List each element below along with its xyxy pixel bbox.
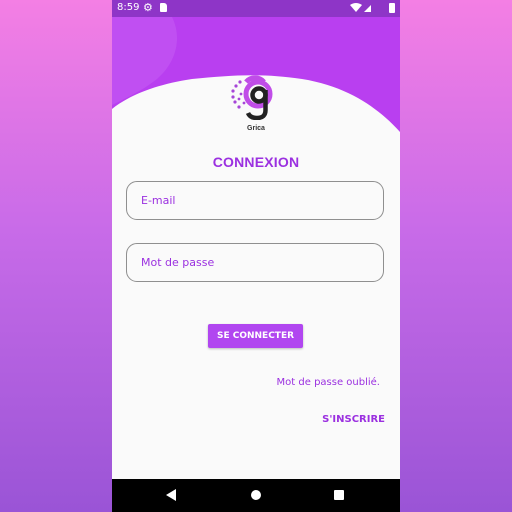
password-field[interactable]: Mot de passe bbox=[126, 243, 384, 282]
forgot-password-link[interactable]: Mot de passe oublié. bbox=[277, 377, 380, 388]
home-icon[interactable] bbox=[251, 490, 261, 500]
navigation-bar bbox=[112, 479, 400, 512]
phone-screen: 8:59 ⚙ Grica CONNEXION E-mail Mot de pas… bbox=[112, 0, 400, 512]
wifi-icon bbox=[350, 3, 371, 12]
battery-icon bbox=[389, 3, 395, 13]
app-logo bbox=[231, 75, 273, 120]
status-bar: 8:59 ⚙ bbox=[112, 0, 400, 17]
login-button[interactable]: SE CONNECTER bbox=[208, 324, 303, 348]
recent-apps-icon[interactable] bbox=[334, 490, 344, 500]
status-time: 8:59 bbox=[117, 2, 140, 13]
brand-name: Grica bbox=[247, 125, 265, 132]
email-field[interactable]: E-mail bbox=[126, 181, 384, 220]
gear-icon: ⚙ bbox=[143, 2, 153, 14]
sd-card-icon bbox=[160, 3, 167, 12]
back-icon[interactable] bbox=[166, 489, 176, 501]
signup-link[interactable]: S'INSCRIRE bbox=[322, 414, 385, 425]
